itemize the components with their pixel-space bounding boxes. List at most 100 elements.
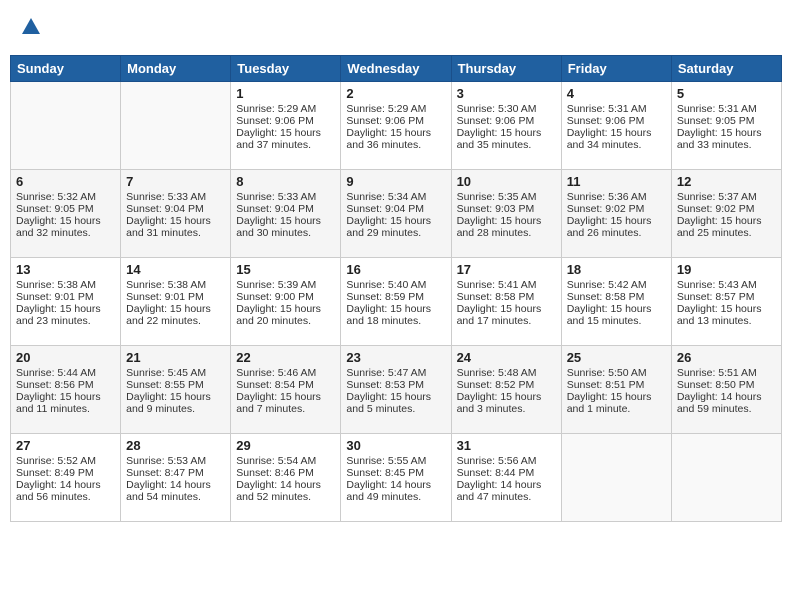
day-number: 2 bbox=[346, 86, 445, 101]
cell-text: Daylight: 15 hours and 7 minutes. bbox=[236, 391, 335, 415]
cell-text: Sunrise: 5:53 AM bbox=[126, 455, 225, 467]
cell-text: Sunset: 9:03 PM bbox=[457, 203, 556, 215]
day-number: 7 bbox=[126, 174, 225, 189]
day-number: 13 bbox=[16, 262, 115, 277]
cell-text: Daylight: 15 hours and 1 minute. bbox=[567, 391, 666, 415]
cell-text: Sunrise: 5:38 AM bbox=[126, 279, 225, 291]
calendar-cell: 5Sunrise: 5:31 AMSunset: 9:05 PMDaylight… bbox=[671, 82, 781, 170]
cell-text: Sunset: 9:04 PM bbox=[346, 203, 445, 215]
cell-text: Daylight: 14 hours and 52 minutes. bbox=[236, 479, 335, 503]
day-number: 26 bbox=[677, 350, 776, 365]
cell-text: Daylight: 15 hours and 3 minutes. bbox=[457, 391, 556, 415]
calendar-cell bbox=[671, 434, 781, 522]
day-number: 30 bbox=[346, 438, 445, 453]
col-header-sunday: Sunday bbox=[11, 56, 121, 82]
cell-text: Sunrise: 5:36 AM bbox=[567, 191, 666, 203]
cell-text: Sunrise: 5:33 AM bbox=[126, 191, 225, 203]
cell-text: Sunrise: 5:51 AM bbox=[677, 367, 776, 379]
cell-text: Sunset: 9:04 PM bbox=[236, 203, 335, 215]
cell-text: Daylight: 15 hours and 20 minutes. bbox=[236, 303, 335, 327]
cell-text: Sunrise: 5:39 AM bbox=[236, 279, 335, 291]
cell-text: Daylight: 15 hours and 31 minutes. bbox=[126, 215, 225, 239]
day-number: 31 bbox=[457, 438, 556, 453]
cell-text: Sunrise: 5:52 AM bbox=[16, 455, 115, 467]
cell-text: Daylight: 15 hours and 33 minutes. bbox=[677, 127, 776, 151]
col-header-wednesday: Wednesday bbox=[341, 56, 451, 82]
cell-text: Sunrise: 5:56 AM bbox=[457, 455, 556, 467]
calendar-cell: 8Sunrise: 5:33 AMSunset: 9:04 PMDaylight… bbox=[231, 170, 341, 258]
calendar-cell: 22Sunrise: 5:46 AMSunset: 8:54 PMDayligh… bbox=[231, 346, 341, 434]
cell-text: Daylight: 15 hours and 25 minutes. bbox=[677, 215, 776, 239]
cell-text: Sunrise: 5:44 AM bbox=[16, 367, 115, 379]
day-number: 6 bbox=[16, 174, 115, 189]
cell-text: Sunset: 8:53 PM bbox=[346, 379, 445, 391]
cell-text: Sunset: 9:06 PM bbox=[346, 115, 445, 127]
cell-text: Sunrise: 5:46 AM bbox=[236, 367, 335, 379]
calendar-week-row: 27Sunrise: 5:52 AMSunset: 8:49 PMDayligh… bbox=[11, 434, 782, 522]
day-number: 17 bbox=[457, 262, 556, 277]
day-number: 23 bbox=[346, 350, 445, 365]
cell-text: Sunrise: 5:34 AM bbox=[346, 191, 445, 203]
logo-icon bbox=[20, 16, 42, 38]
day-number: 4 bbox=[567, 86, 666, 101]
calendar-cell bbox=[11, 82, 121, 170]
cell-text: Sunset: 9:01 PM bbox=[126, 291, 225, 303]
calendar-cell: 18Sunrise: 5:42 AMSunset: 8:58 PMDayligh… bbox=[561, 258, 671, 346]
cell-text: Sunrise: 5:31 AM bbox=[677, 103, 776, 115]
calendar-cell: 16Sunrise: 5:40 AMSunset: 8:59 PMDayligh… bbox=[341, 258, 451, 346]
cell-text: Sunrise: 5:31 AM bbox=[567, 103, 666, 115]
calendar-table: SundayMondayTuesdayWednesdayThursdayFrid… bbox=[10, 55, 782, 522]
cell-text: Sunset: 8:56 PM bbox=[16, 379, 115, 391]
calendar-cell: 24Sunrise: 5:48 AMSunset: 8:52 PMDayligh… bbox=[451, 346, 561, 434]
day-number: 14 bbox=[126, 262, 225, 277]
calendar-week-row: 20Sunrise: 5:44 AMSunset: 8:56 PMDayligh… bbox=[11, 346, 782, 434]
cell-text: Sunrise: 5:33 AM bbox=[236, 191, 335, 203]
cell-text: Daylight: 15 hours and 28 minutes. bbox=[457, 215, 556, 239]
col-header-saturday: Saturday bbox=[671, 56, 781, 82]
calendar-cell: 19Sunrise: 5:43 AMSunset: 8:57 PMDayligh… bbox=[671, 258, 781, 346]
cell-text: Sunset: 9:00 PM bbox=[236, 291, 335, 303]
cell-text: Sunset: 8:59 PM bbox=[346, 291, 445, 303]
day-number: 16 bbox=[346, 262, 445, 277]
calendar-cell: 10 Sunrise: 5:35 AMSunset: 9:03 PMDayligh… bbox=[451, 170, 561, 258]
cell-text: Daylight: 15 hours and 26 minutes. bbox=[567, 215, 666, 239]
cell-text: Daylight: 15 hours and 5 minutes. bbox=[346, 391, 445, 415]
day-number: 28 bbox=[126, 438, 225, 453]
calendar-cell: 28Sunrise: 5:53 AMSunset: 8:47 PMDayligh… bbox=[121, 434, 231, 522]
cell-text: Daylight: 15 hours and 13 minutes. bbox=[677, 303, 776, 327]
cell-text: Daylight: 15 hours and 36 minutes. bbox=[346, 127, 445, 151]
day-number: 9 bbox=[346, 174, 445, 189]
cell-text: Daylight: 15 hours and 11 minutes. bbox=[16, 391, 115, 415]
calendar-cell: 23 Sunrise: 5:47 AMSunset: 8:53 PMDayligh… bbox=[341, 346, 451, 434]
calendar-week-row: 1Sunrise: 5:29 AMSunset: 9:06 PMDaylight… bbox=[11, 82, 782, 170]
cell-text: Sunset: 8:44 PM bbox=[457, 467, 556, 479]
cell-text: Sunset: 9:02 PM bbox=[567, 203, 666, 215]
cell-text: Sunset: 8:58 PM bbox=[457, 291, 556, 303]
cell-text: Sunrise: 5:35 AM bbox=[457, 191, 556, 203]
cell-text: Sunset: 9:05 PM bbox=[16, 203, 115, 215]
day-number: 27 bbox=[16, 438, 115, 453]
cell-text: Daylight: 14 hours and 54 minutes. bbox=[126, 479, 225, 503]
calendar-cell bbox=[561, 434, 671, 522]
cell-text: Sunrise: 5:47 AM bbox=[346, 367, 445, 379]
page-header bbox=[10, 10, 782, 49]
cell-text: Sunrise: 5:29 AM bbox=[236, 103, 335, 115]
calendar-cell: 20 Sunrise: 5:44 AMSunset: 8:56 PMDayligh… bbox=[11, 346, 121, 434]
calendar-cell: 12Sunrise: 5:37 AMSunset: 9:02 PMDayligh… bbox=[671, 170, 781, 258]
cell-text: Sunset: 9:06 PM bbox=[457, 115, 556, 127]
day-number: 20 bbox=[16, 350, 115, 365]
calendar-cell: 25Sunrise: 5:50 AMSunset: 8:51 PMDayligh… bbox=[561, 346, 671, 434]
cell-text: Daylight: 14 hours and 49 minutes. bbox=[346, 479, 445, 503]
day-number: 15 bbox=[236, 262, 335, 277]
cell-text: Daylight: 14 hours and 47 minutes. bbox=[457, 479, 556, 503]
day-number: 10 bbox=[457, 174, 556, 189]
calendar-cell: 7Sunrise: 5:33 AMSunset: 9:04 PMDaylight… bbox=[121, 170, 231, 258]
calendar-week-row: 13 Sunrise: 5:38 AMSunset: 9:01 PM Dayligh… bbox=[11, 258, 782, 346]
cell-text: Sunrise: 5:48 AM bbox=[457, 367, 556, 379]
cell-text: Sunrise: 5:29 AM bbox=[346, 103, 445, 115]
calendar-cell: 30Sunrise: 5:55 AMSunset: 8:45 PMDayligh… bbox=[341, 434, 451, 522]
cell-text: Sunset: 8:52 PM bbox=[457, 379, 556, 391]
calendar-cell: 1Sunrise: 5:29 AMSunset: 9:06 PMDaylight… bbox=[231, 82, 341, 170]
cell-text: Daylight: 15 hours and 15 minutes. bbox=[567, 303, 666, 327]
cell-text: Daylight: 15 hours and 18 minutes. bbox=[346, 303, 445, 327]
